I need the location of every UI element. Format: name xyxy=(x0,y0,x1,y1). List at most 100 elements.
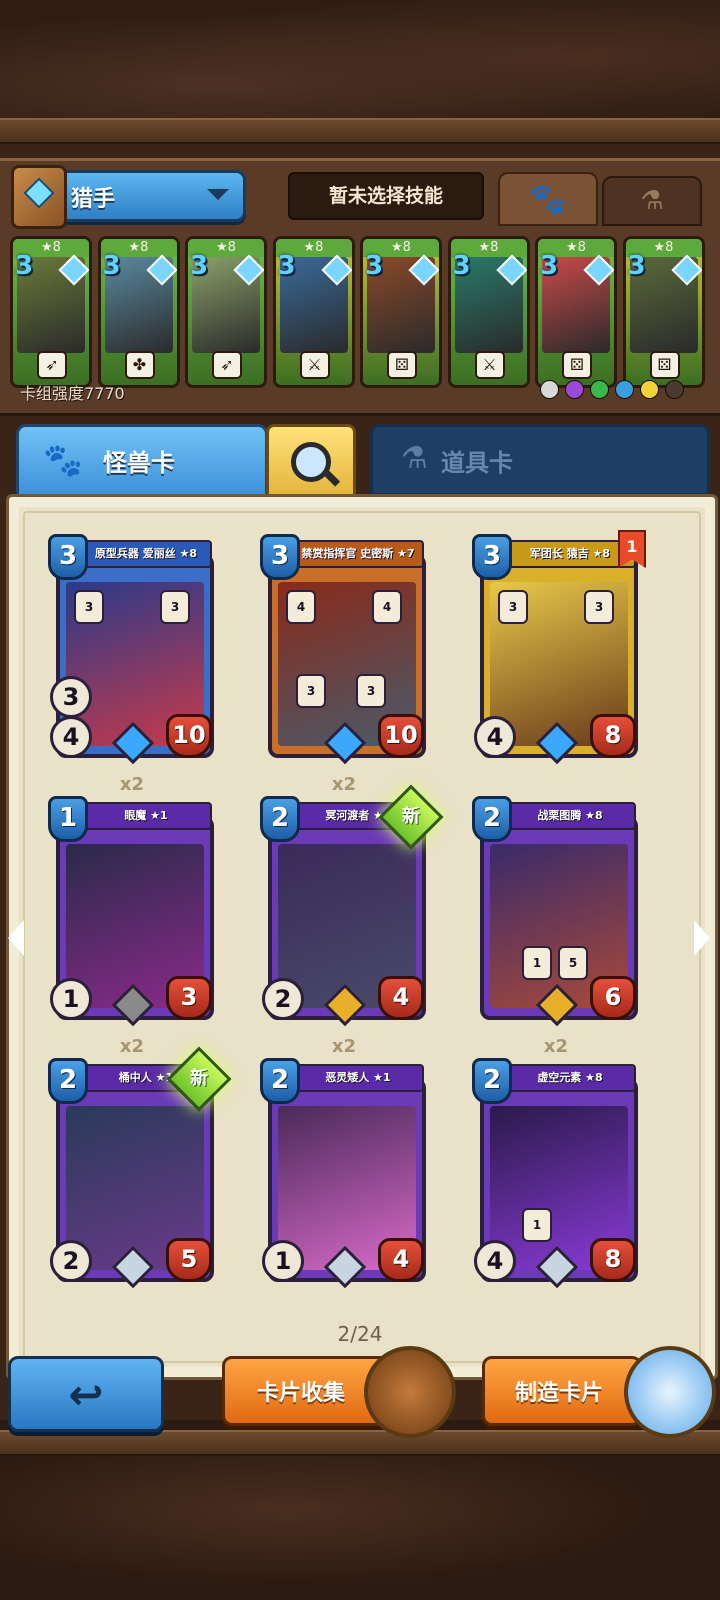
element-dot-icon xyxy=(590,380,609,399)
card-name: 虚空元素 ★8 xyxy=(504,1064,636,1092)
craft-card-label: 制造卡片 xyxy=(515,1381,604,1406)
card-copies: x2 xyxy=(119,1036,145,1057)
card-attack: 4 xyxy=(50,716,92,758)
card-cost: 2 xyxy=(472,796,512,842)
card-copies: x2 xyxy=(119,774,145,795)
card-health: 4 xyxy=(378,1238,424,1282)
card-health: 10 xyxy=(378,714,424,758)
card-cost: 2 xyxy=(472,1058,512,1104)
monster-card[interactable]: 军团长 猿吉 ★8 3 4 8 3 3 1 xyxy=(472,530,646,765)
tab-monster-label: 怪兽卡 xyxy=(103,449,175,477)
monster-card[interactable]: x2 虚空元素 ★8 2 4 8 1 xyxy=(472,1036,638,1289)
card-cost: 3 xyxy=(472,534,512,580)
card-skill-icon: 3 xyxy=(584,590,614,624)
card-skill-icon: 5 xyxy=(558,946,588,980)
sword-icon: ⚔ xyxy=(299,351,330,379)
sword-icon: ⚔ xyxy=(474,351,505,379)
card-extra-stat: 3 xyxy=(50,676,92,718)
new-label: 新 xyxy=(190,1068,208,1089)
card-skill-icon: 1 xyxy=(522,1208,552,1242)
card-cost: 2 xyxy=(260,1058,300,1104)
tab-monster-cards[interactable]: 🐾 怪兽卡 xyxy=(16,424,268,500)
deck-card[interactable]: ★8 3 ⚔ xyxy=(447,236,530,388)
monster-card[interactable]: x2 恶灵矮人 ★1 2 1 4 xyxy=(260,1036,426,1289)
deck-card[interactable]: ★8 3 ✤ xyxy=(97,236,180,388)
card-copies: x2 xyxy=(543,1036,569,1057)
element-dot-icon xyxy=(565,380,584,399)
element-dot-icon xyxy=(665,380,684,399)
card-cost: 3 xyxy=(48,534,88,580)
element-dot-icon xyxy=(540,380,559,399)
bow-icon: ➶ xyxy=(37,351,67,379)
deck-card-cost: 3 xyxy=(277,251,296,281)
tab-item-label: 道具卡 xyxy=(441,449,513,477)
card-skill-icon: 4 xyxy=(372,590,402,624)
card-skill-icon: 3 xyxy=(160,590,190,624)
deck-card-cost: 3 xyxy=(190,251,209,281)
deck-card-cost: 3 xyxy=(452,251,471,281)
deck-card[interactable]: ★8 3 ➶ xyxy=(10,236,92,388)
dice-icon: ⚄ xyxy=(649,351,680,379)
deck-card[interactable]: ★8 3 ⚄ xyxy=(360,236,442,388)
next-page-arrow[interactable] xyxy=(694,920,710,956)
card-health: 6 xyxy=(590,976,636,1020)
tab-item-deck[interactable]: ⚗ xyxy=(602,176,702,226)
element-dot-icon xyxy=(615,380,634,399)
card-health: 10 xyxy=(166,714,212,758)
back-button[interactable]: ↩ xyxy=(8,1356,164,1432)
monster-card[interactable]: 禁赏指挥官 史密斯 ★7 3 10 4 4 3 3 xyxy=(260,534,426,765)
chevron-down-icon xyxy=(207,189,229,200)
spellbook-icon xyxy=(11,165,67,229)
monster-card[interactable]: 战栗图腾 ★8 2 6 1 5 xyxy=(472,796,638,1027)
skill-selector[interactable]: 暂未选择技能 xyxy=(288,172,484,220)
deck-card[interactable]: ★8 3 ⚔ xyxy=(272,236,355,388)
deck-card[interactable]: ★8 3 ⚄ xyxy=(622,236,705,388)
card-attack: 4 xyxy=(474,1240,516,1282)
card-attack: 4 xyxy=(474,716,516,758)
search-button[interactable] xyxy=(266,424,356,500)
deck-card-cost: 3 xyxy=(102,251,121,281)
card-health: 4 xyxy=(378,976,424,1020)
monster-card[interactable]: x2 桶中人 ★1 2 2 5 新 xyxy=(48,1036,232,1289)
clover-icon: ✤ xyxy=(124,351,155,379)
tab-item-cards[interactable]: ⚗ 道具卡 xyxy=(370,424,710,496)
card-skill-icon: 4 xyxy=(286,590,316,624)
craft-card-button[interactable]: 制造卡片 xyxy=(482,1356,642,1426)
card-copies: x2 xyxy=(331,774,357,795)
card-attack: 2 xyxy=(262,978,304,1020)
card-name: 恶灵矮人 ★1 xyxy=(292,1064,424,1092)
card-health: 8 xyxy=(590,1238,636,1282)
deck-card-cost: 3 xyxy=(15,251,34,281)
card-book-icon xyxy=(364,1346,456,1438)
potion-icon: ⚗ xyxy=(640,186,664,216)
tab-monster-deck[interactable]: 🐾 xyxy=(498,172,598,226)
card-cost: 2 xyxy=(260,796,300,842)
card-attack: 2 xyxy=(50,1240,92,1282)
back-arrow-icon: ↩ xyxy=(68,1369,104,1419)
card-skill-icon: 3 xyxy=(356,674,386,708)
magnifier-icon xyxy=(291,442,331,482)
deck-strength: 卡组强度7770 xyxy=(20,384,125,403)
card-health: 5 xyxy=(166,1238,212,1282)
monster-card[interactable]: 原型兵器 爱丽丝 ★8 3 4 10 3 3 3 xyxy=(48,534,214,765)
card-name: 原型兵器 爱丽丝 ★8 xyxy=(80,540,212,568)
card-cost: 1 xyxy=(48,796,88,842)
paw-jar-icon xyxy=(624,1346,716,1438)
dice-icon: ⚄ xyxy=(562,351,592,379)
paw-icon: 🐾 xyxy=(43,441,83,479)
deck-card-cost: 3 xyxy=(365,251,384,281)
monster-card[interactable]: x2 冥河渡者 ★1 2 2 4 新 xyxy=(260,774,444,1027)
card-cost: 2 xyxy=(48,1058,88,1104)
card-attack: 1 xyxy=(50,978,92,1020)
monster-card[interactable]: x2 眼魔 ★1 1 1 3 xyxy=(48,774,214,1027)
dice-icon: ⚄ xyxy=(387,351,417,379)
prev-page-arrow[interactable] xyxy=(8,920,24,956)
card-skill-icon: 3 xyxy=(498,590,528,624)
card-skill-icon: 1 xyxy=(522,946,552,980)
wood-plank xyxy=(0,1430,720,1456)
class-name: 猎手 xyxy=(71,187,116,212)
class-dropdown[interactable]: 猎手 xyxy=(11,165,246,229)
deck-card[interactable]: ★8 3 ➶ xyxy=(185,236,267,388)
deck-card[interactable]: ★8 3 ⚄ xyxy=(535,236,617,388)
card-collection-label: 卡片收集 xyxy=(257,1381,346,1406)
